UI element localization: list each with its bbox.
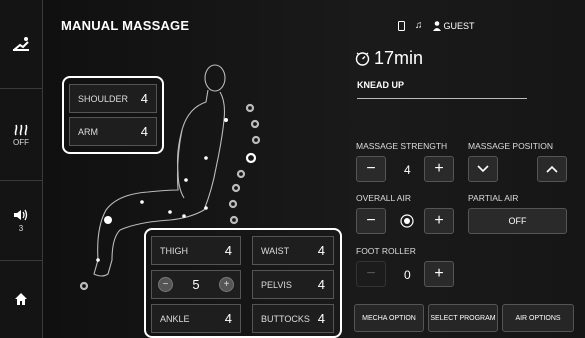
zone-shoulder[interactable]: SHOULDER 4 — [69, 84, 157, 113]
select-program-button[interactable]: SELECT PROGRAM — [428, 304, 498, 332]
zone-shoulder-label: SHOULDER — [78, 93, 129, 104]
stepper-plus-button[interactable]: + — [218, 277, 234, 292]
air-level-icon — [400, 214, 414, 228]
zone-thigh-value: 4 — [224, 243, 232, 258]
status-bar: ♫ GUEST — [398, 20, 475, 31]
stepper-minus-button[interactable]: − — [158, 277, 173, 292]
timer-icon — [355, 52, 370, 66]
strength-value: 4 — [404, 163, 411, 177]
page-title: MANUAL MASSAGE — [61, 18, 190, 33]
home-icon — [15, 293, 27, 305]
timer-value: 17min — [374, 48, 424, 68]
user-icon — [432, 20, 441, 31]
zone-ankle-value: 4 — [224, 311, 232, 326]
position-up-button[interactable] — [537, 156, 567, 182]
zone-shoulder-value: 4 — [140, 91, 148, 106]
partial-air-toggle[interactable]: OFF — [468, 208, 567, 234]
position-down-button[interactable] — [468, 156, 498, 182]
overall-air-minus-button[interactable]: − — [356, 208, 386, 234]
volume-level: 3 — [18, 223, 24, 233]
zone-buttocks-label: BUTTOCKS — [261, 313, 310, 324]
partial-air-label: PARTIAL AIR — [468, 193, 519, 203]
sidebar: OFF 3 — [0, 0, 43, 338]
strength-plus-button[interactable]: + — [424, 156, 454, 182]
user-label: GUEST — [443, 20, 475, 31]
overall-air-plus-button[interactable]: + — [424, 208, 454, 234]
volume-button[interactable]: 3 — [0, 180, 42, 261]
home-button[interactable] — [0, 260, 42, 338]
music-icon[interactable]: ♫ — [415, 20, 423, 31]
zone-arm[interactable]: ARM 4 — [69, 117, 157, 146]
zone-thigh-label: THIGH — [160, 245, 188, 256]
zone-waist[interactable]: WAIST 4 — [252, 236, 334, 265]
recline-button[interactable] — [0, 0, 42, 89]
overall-air-label: OVERALL AIR — [356, 193, 411, 203]
foot-roller-minus-button[interactable]: − — [356, 261, 386, 287]
program-divider — [357, 98, 527, 99]
zone-pelvis-label: PELVIS — [261, 279, 292, 290]
position-label: MASSAGE POSITION — [468, 141, 554, 151]
speaker-icon — [14, 209, 28, 220]
zone-waist-label: WAIST — [261, 245, 290, 256]
strength-minus-button[interactable]: − — [356, 156, 386, 182]
zone-buttocks-value: 4 — [317, 311, 325, 326]
mecha-option-button[interactable]: MECHA OPTION — [354, 304, 424, 332]
chevron-down-icon — [477, 165, 489, 173]
zone-waist-value: 4 — [317, 243, 325, 258]
foot-roller-label: FOOT ROLLER — [356, 246, 416, 256]
zone-pelvis[interactable]: PELVIS 4 — [252, 270, 334, 299]
foot-roller-plus-button[interactable]: + — [424, 261, 454, 287]
strength-label: MASSAGE STRENGTH — [356, 141, 448, 151]
intensity-stepper: − 5 + — [151, 270, 241, 299]
zone-ankle[interactable]: ANKLE 4 — [151, 304, 241, 333]
zone-ankle-label: ANKLE — [160, 313, 190, 324]
massage-screen: OFF 3 MANUAL MASSAGE ♫ GUEST 17min KNEAD… — [0, 0, 585, 338]
chevron-up-icon — [546, 165, 558, 173]
heat-button[interactable]: OFF — [0, 88, 42, 181]
foot-roller-value: 0 — [404, 268, 411, 282]
phone-icon[interactable] — [398, 20, 405, 31]
recline-chair-icon — [13, 37, 29, 51]
heat-state: OFF — [13, 137, 29, 147]
main-panel: MANUAL MASSAGE ♫ GUEST 17min KNEAD UP SH… — [43, 0, 585, 338]
zone-thigh[interactable]: THIGH 4 — [151, 236, 241, 265]
zone-arm-label: ARM — [78, 126, 98, 137]
program-name: KNEAD UP — [357, 80, 405, 90]
zone-pelvis-value: 4 — [317, 277, 325, 292]
heat-icon — [14, 124, 28, 135]
zone-buttocks[interactable]: BUTTOCKS 4 — [252, 304, 334, 333]
user-indicator[interactable]: GUEST — [432, 20, 475, 31]
timer: 17min — [355, 48, 423, 69]
air-options-button[interactable]: AIR OPTIONS — [502, 304, 574, 332]
stepper-value: 5 — [192, 277, 200, 292]
zone-arm-value: 4 — [140, 124, 148, 139]
